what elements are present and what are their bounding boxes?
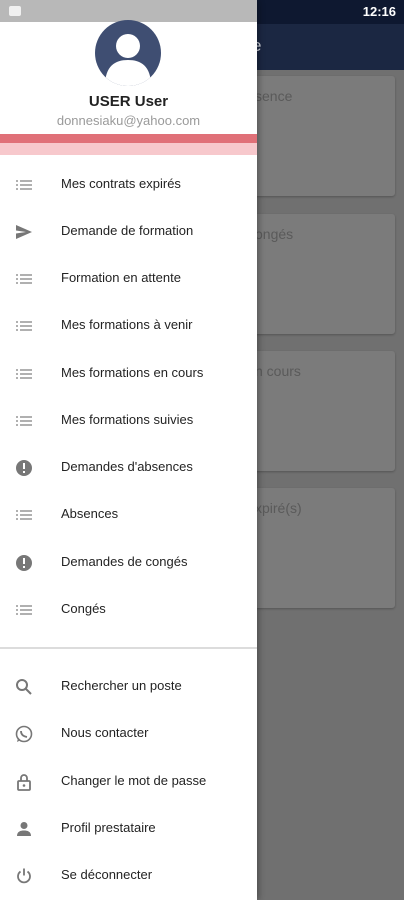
menu-item-formations-a-venir[interactable]: Mes formations à venir <box>0 306 257 346</box>
list-icon <box>16 416 32 426</box>
card-title: n cours <box>255 363 301 379</box>
card-title: xpiré(s) <box>255 500 302 516</box>
avatar[interactable] <box>95 20 161 86</box>
drawer-status-bar <box>0 0 257 22</box>
menu-item-contrats-expires[interactable]: Mes contrats expirés <box>0 165 257 205</box>
menu-item-rechercher-poste[interactable]: Rechercher un poste <box>0 667 257 707</box>
navigation-drawer: USER User donnesiaku@yahoo.com Mes contr… <box>0 0 257 900</box>
menu-item-label: Nous contacter <box>61 725 149 740</box>
menu-item-label: Mes contrats expirés <box>61 176 181 191</box>
menu-item-label: Rechercher un poste <box>61 678 182 693</box>
menu-item-label: Congés <box>61 601 106 616</box>
menu-item-demandes-absences[interactable]: Demandes d'absences <box>0 448 257 488</box>
card-title: ongés <box>255 226 294 242</box>
menu-item-label: Profil prestataire <box>61 820 156 835</box>
list-icon <box>16 369 32 379</box>
list-icon <box>16 510 32 520</box>
menu-item-label: Se déconnecter <box>61 867 153 882</box>
menu-item-label: Mes formations à venir <box>61 317 193 332</box>
image-notification-icon <box>9 6 21 16</box>
menu-item-formations-en-cours[interactable]: Mes formations en cours <box>0 354 257 394</box>
list-icon <box>16 180 32 190</box>
menu-divider <box>0 647 257 649</box>
menu-item-label: Changer le mot de passe <box>61 773 207 788</box>
menu-item-nous-contacter[interactable]: Nous contacter <box>0 714 257 754</box>
menu-item-conges[interactable]: Congés <box>0 590 257 630</box>
menu-item-label: Demande de formation <box>61 223 194 238</box>
menu-item-label: Absences <box>61 506 119 521</box>
header-accent-bar-light <box>0 143 257 155</box>
send-icon <box>16 225 32 239</box>
menu-item-label: Mes formations en cours <box>61 365 204 380</box>
list-icon <box>16 605 32 615</box>
person-icon <box>17 822 31 836</box>
list-icon <box>16 321 32 331</box>
status-time: 12:16 <box>362 4 396 19</box>
menu-item-formations-suivies[interactable]: Mes formations suivies <box>0 401 257 441</box>
menu-item-label: Demandes de congés <box>61 554 188 569</box>
menu-item-absences[interactable]: Absences <box>0 495 257 535</box>
menu-item-formation-attente[interactable]: Formation en attente <box>0 259 257 299</box>
search-icon <box>16 679 32 695</box>
menu-item-demandes-conges[interactable]: Demandes de congés <box>0 543 257 583</box>
whatsapp-icon <box>15 725 33 743</box>
menu-item-se-deconnecter[interactable]: Se déconnecter <box>0 856 257 896</box>
alert-circle-icon <box>16 555 32 571</box>
menu-item-label: Mes formations suivies <box>61 412 194 427</box>
user-name: USER User <box>88 93 169 110</box>
menu-item-label: Formation en attente <box>61 270 181 285</box>
list-icon <box>16 274 32 284</box>
card-title: sence <box>255 88 293 104</box>
header-accent-bar <box>0 134 257 143</box>
menu-item-demande-formation[interactable]: Demande de formation <box>0 212 257 252</box>
menu-item-changer-mot-de-passe[interactable]: Changer le mot de passe <box>0 762 257 802</box>
power-icon <box>17 868 31 884</box>
user-email: donnesiaku@yahoo.com <box>56 113 201 128</box>
lock-icon <box>17 774 31 791</box>
menu-item-label: Demandes d'absences <box>61 459 193 474</box>
menu-item-profil-prestataire[interactable]: Profil prestataire <box>0 809 257 849</box>
alert-circle-icon <box>16 460 32 476</box>
